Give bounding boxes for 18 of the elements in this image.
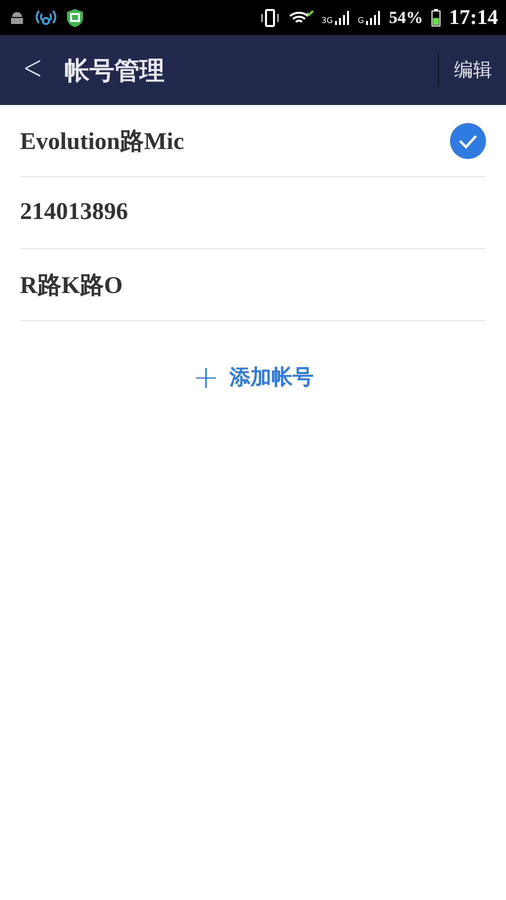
edit-button[interactable]: 编辑 [439, 57, 506, 83]
add-account-button[interactable]: + 添加帐号 [188, 357, 318, 397]
vibrate-icon [260, 8, 280, 28]
signal-icon [334, 10, 350, 24]
back-button[interactable]: < [8, 48, 50, 92]
battery-icon [431, 8, 441, 26]
account-name[interactable]: 214013896 [20, 199, 486, 226]
network-label: 3G [322, 16, 333, 24]
signal-icon [365, 10, 381, 24]
account-name[interactable]: Evolution路Mic [20, 124, 450, 156]
page-title: 帐号管理 [64, 54, 166, 86]
battery-percent: 54% [389, 8, 423, 28]
wireless-icon [34, 8, 58, 28]
clock: 17:14 [449, 5, 498, 30]
shield-icon [66, 8, 84, 28]
account-name[interactable]: R路K路O [20, 268, 486, 300]
network-label: G [358, 16, 364, 24]
checkmark-icon [450, 122, 486, 158]
